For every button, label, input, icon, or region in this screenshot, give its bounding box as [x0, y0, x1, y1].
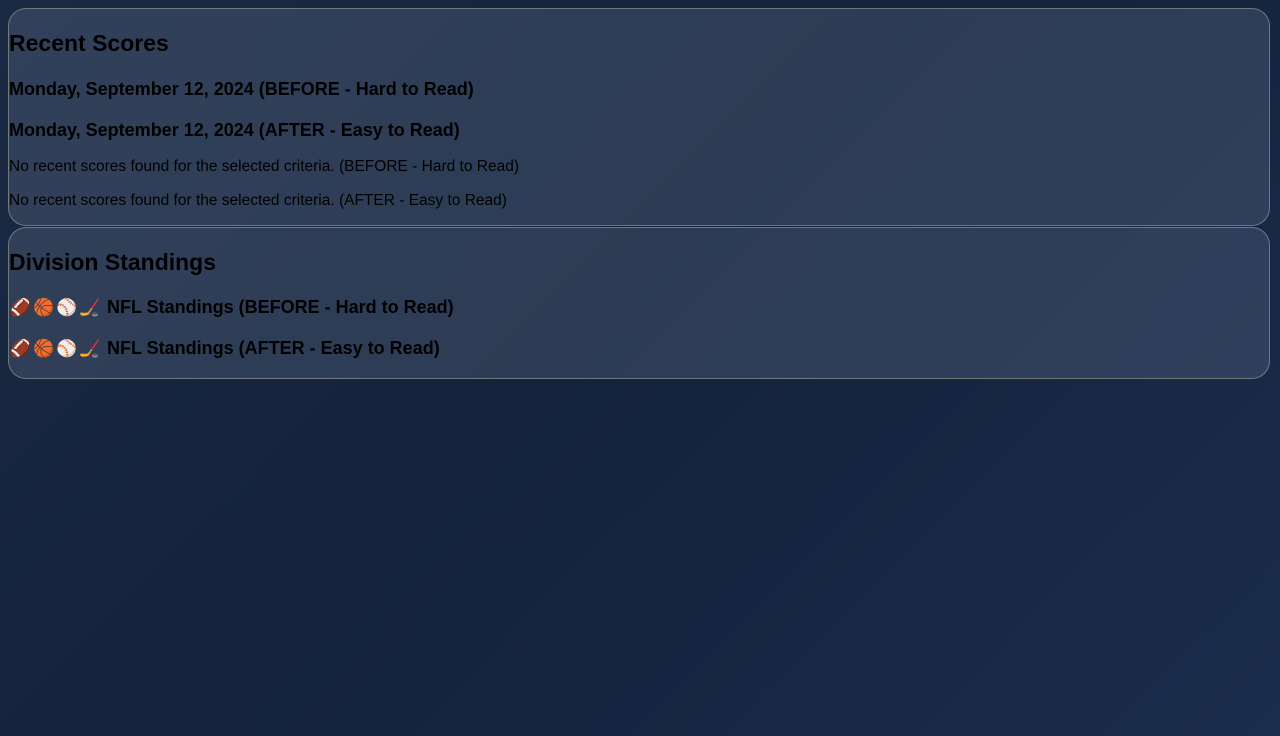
baseball-icon: ⚾ [56, 339, 77, 358]
sport-icons-group: 🏈 🏀 ⚾ 🏒 [9, 299, 101, 316]
sport-icons-group: 🏈 🏀 ⚾ 🏒 [9, 340, 101, 357]
football-icon: 🏈 [10, 298, 31, 317]
nfl-standings-label-before: NFL Standings (BEFORE - Hard to Read) [107, 297, 454, 317]
nfl-standings-heading-before[interactable]: 🏈 🏀 ⚾ 🏒 NFL Standings (BEFORE - Hard to Rea… [9, 297, 454, 317]
baseball-icon: ⚾ [56, 298, 77, 317]
football-icon: 🏈 [10, 339, 31, 358]
no-scores-message-after: No recent scores found for the selected … [9, 192, 507, 209]
recent-scores-card: Recent Scores Monday, September 12, 2024… [8, 8, 1270, 226]
nfl-standings-label-after: NFL Standings (AFTER - Easy to Read) [107, 338, 440, 358]
recent-scores-title: Recent Scores [9, 30, 169, 56]
no-scores-message-before: No recent scores found for the selected … [9, 158, 519, 175]
basketball-icon: 🏀 [33, 339, 54, 358]
nfl-standings-heading-after[interactable]: 🏈 🏀 ⚾ 🏒 NFL Standings (AFTER - Easy to Read… [9, 338, 440, 358]
hockey-stick-icon: 🏒 [79, 298, 100, 317]
division-standings-card: Division Standings 🏈 🏀 ⚾ 🏒 NFL Standings (B… [8, 227, 1270, 379]
division-standings-title: Division Standings [9, 249, 217, 275]
date-heading-after: Monday, September 12, 2024 (AFTER - Easy… [9, 120, 460, 140]
basketball-icon: 🏀 [33, 298, 54, 317]
hockey-stick-icon: 🏒 [79, 339, 100, 358]
date-heading-before: Monday, September 12, 2024 (BEFORE - Har… [9, 79, 474, 99]
